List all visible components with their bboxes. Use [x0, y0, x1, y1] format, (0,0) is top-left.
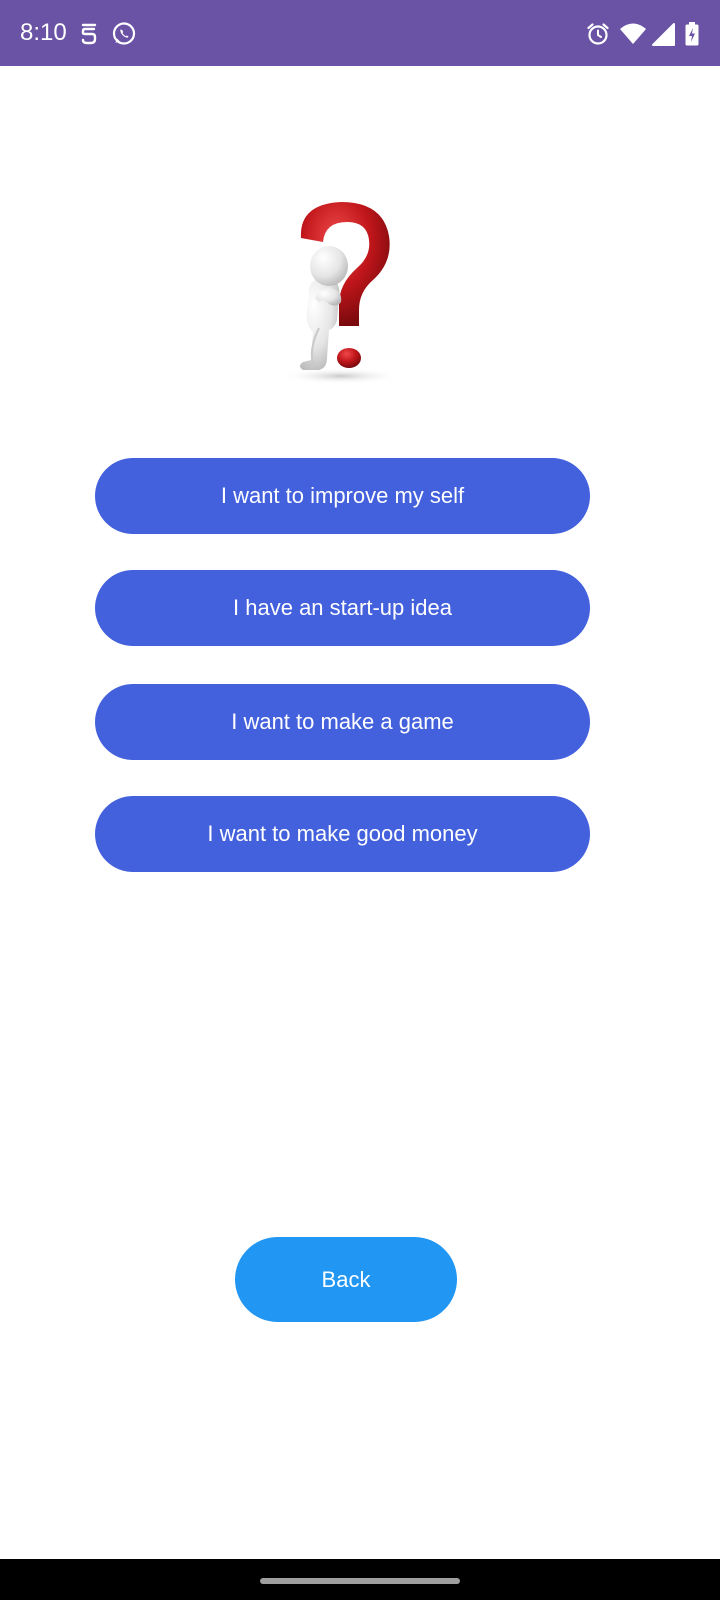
option-label: I want to make good money: [207, 821, 478, 846]
option-button-make-game[interactable]: I want to make a game: [95, 684, 590, 760]
status-time: 8:10: [20, 19, 67, 46]
system-navigation-bar: [0, 1559, 720, 1600]
whatsapp-icon: [111, 21, 137, 47]
option-label: I want to make a game: [231, 709, 454, 734]
alarm-icon: [585, 21, 611, 47]
back-button-label: Back: [321, 1266, 371, 1292]
home-gesture-handle[interactable]: [260, 1578, 460, 1584]
option-button-good-money[interactable]: I want to make good money: [95, 796, 590, 872]
option-button-startup-idea[interactable]: I have an start-up idea: [95, 570, 590, 646]
option-button-improve-self[interactable]: I want to improve my self: [95, 458, 590, 534]
thinking-person-question-mark-illustration: [279, 198, 409, 388]
wifi-icon: [619, 21, 647, 47]
signal-icon: [652, 21, 676, 47]
option-label: I want to improve my self: [220, 483, 465, 508]
battery-icon: [684, 21, 700, 47]
app-screen: 8:10 I want to improve my self I have an…: [0, 0, 720, 1600]
option-label: I have an start-up idea: [233, 595, 452, 620]
s-notification-icon: [76, 21, 102, 47]
status-bar: 8:10: [0, 0, 720, 66]
back-button[interactable]: Back: [235, 1237, 457, 1322]
